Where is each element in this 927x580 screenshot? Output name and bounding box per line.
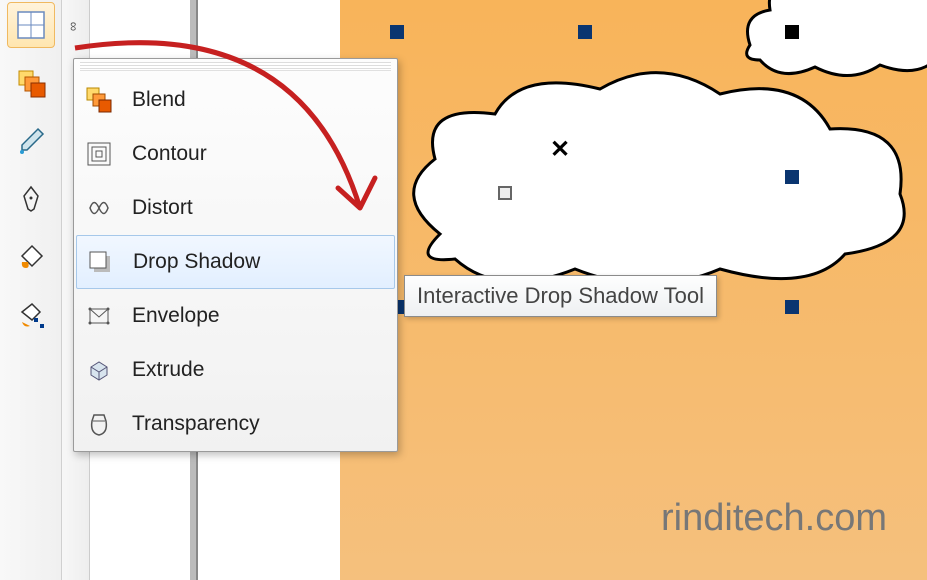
selection-handle-tm[interactable] xyxy=(578,25,592,39)
tooltip: Interactive Drop Shadow Tool xyxy=(404,275,717,317)
flyout-label: Blend xyxy=(132,88,186,112)
selection-handle-mr[interactable] xyxy=(785,170,799,184)
outline-pen-tool-button[interactable] xyxy=(7,176,55,222)
blend-tool-button[interactable] xyxy=(7,60,55,106)
flyout-item-extrude[interactable]: Extrude xyxy=(74,343,397,397)
eyedropper-tool-button[interactable] xyxy=(7,118,55,164)
eyedropper-icon xyxy=(16,126,46,156)
selection-handle-tl[interactable] xyxy=(390,25,404,39)
bucket-gradient-icon xyxy=(16,300,46,330)
nib-icon xyxy=(16,184,46,214)
selection-handle-br[interactable] xyxy=(785,300,799,314)
flyout-item-contour[interactable]: Contour xyxy=(74,127,397,181)
blend-icon xyxy=(84,85,114,115)
cloud-shape-small xyxy=(740,0,927,85)
flyout-label: Envelope xyxy=(132,304,220,328)
envelope-icon xyxy=(84,301,114,331)
fill-tool-button[interactable] xyxy=(7,234,55,280)
extrude-icon xyxy=(84,355,114,385)
interactive-fill-tool-button[interactable] xyxy=(7,292,55,338)
flyout-item-distort[interactable]: Distort xyxy=(74,181,397,235)
flyout-item-blend[interactable]: Blend xyxy=(74,73,397,127)
watermark-text: rinditech.com xyxy=(661,497,887,540)
blend-icon xyxy=(16,68,46,98)
flyout-item-drop-shadow[interactable]: Drop Shadow xyxy=(76,235,395,289)
flyout-item-transparency[interactable]: Transparency xyxy=(74,397,397,451)
flyout-label: Drop Shadow xyxy=(133,250,260,274)
contour-icon xyxy=(84,139,114,169)
flyout-grip[interactable] xyxy=(80,62,391,71)
distort-icon xyxy=(84,193,114,223)
table-tool-button[interactable] xyxy=(7,2,55,48)
left-toolbar xyxy=(0,0,62,580)
selection-center-marker[interactable]: ✕ xyxy=(550,135,570,164)
flyout-label: Transparency xyxy=(132,412,260,436)
table-icon xyxy=(16,10,46,40)
flyout-item-envelope[interactable]: Envelope xyxy=(74,289,397,343)
ruler-mark: ∞ xyxy=(65,22,80,31)
drop-shadow-icon xyxy=(85,247,115,277)
transparency-icon xyxy=(84,409,114,439)
flyout-label: Contour xyxy=(132,142,207,166)
flyout-label: Distort xyxy=(132,196,193,220)
selection-handle-tr[interactable] xyxy=(785,25,799,39)
flyout-label: Extrude xyxy=(132,358,204,382)
interactive-tools-flyout: Blend Contour Distort Drop Shadow Envelo… xyxy=(73,58,398,452)
bucket-icon xyxy=(16,242,46,272)
tooltip-text: Interactive Drop Shadow Tool xyxy=(417,283,704,308)
cloud-shape-selected[interactable] xyxy=(400,64,910,294)
rotation-handle[interactable] xyxy=(498,186,512,200)
